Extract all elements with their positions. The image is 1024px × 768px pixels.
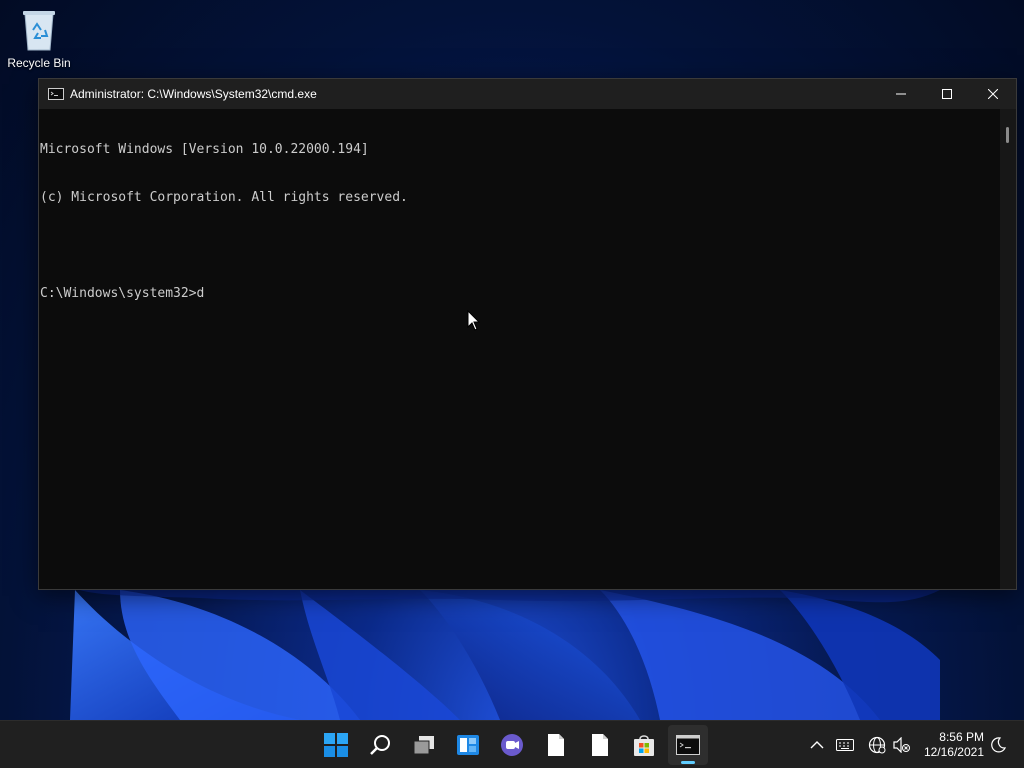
clock-date: 12/16/2021 bbox=[923, 745, 984, 759]
task-view-button[interactable] bbox=[404, 725, 444, 765]
recycle-bin[interactable]: Recycle Bin bbox=[4, 8, 74, 76]
close-button[interactable] bbox=[970, 79, 1016, 109]
maximize-icon bbox=[942, 89, 952, 99]
chevron-up-icon bbox=[810, 741, 824, 749]
maximize-button[interactable] bbox=[924, 79, 970, 109]
taskbar: 8:56 PM 12/16/2021 bbox=[0, 720, 1024, 768]
close-icon bbox=[988, 89, 998, 99]
console-line: (c) Microsoft Corporation. All rights re… bbox=[40, 190, 408, 205]
clock-time: 8:56 PM bbox=[939, 730, 984, 744]
task-view-icon bbox=[413, 736, 434, 755]
network-globe-icon bbox=[868, 736, 886, 754]
document-1-button[interactable] bbox=[536, 725, 576, 765]
night-mode-button[interactable] bbox=[986, 733, 1010, 757]
document-2-button[interactable] bbox=[580, 725, 620, 765]
teams-chat-icon bbox=[501, 734, 523, 756]
widgets-button[interactable] bbox=[448, 725, 488, 765]
widgets-icon bbox=[457, 735, 479, 755]
clock[interactable]: 8:56 PM 12/16/2021 bbox=[920, 730, 984, 760]
microsoft-store-icon bbox=[634, 735, 654, 756]
console-prompt-line: C:\Windows\system32>d bbox=[40, 286, 205, 301]
search-icon bbox=[370, 735, 390, 755]
minimize-icon bbox=[896, 93, 906, 95]
recycle-bin-label: Recycle Bin bbox=[7, 56, 71, 70]
input-indicator[interactable] bbox=[833, 733, 857, 757]
console-line: Microsoft Windows [Version 10.0.22000.19… bbox=[40, 142, 369, 157]
volume-muted-icon bbox=[893, 737, 910, 753]
start-button[interactable] bbox=[316, 725, 356, 765]
keyboard-icon bbox=[836, 739, 854, 751]
volume-status[interactable] bbox=[890, 733, 914, 757]
active-app-indicator bbox=[681, 761, 695, 764]
scrollbar-thumb[interactable] bbox=[1006, 127, 1009, 143]
cmd-window[interactable]: Administrator: C:\Windows\System32\cmd.e… bbox=[38, 78, 1017, 590]
document-icon bbox=[548, 734, 564, 756]
mouse-pointer-icon bbox=[467, 310, 481, 331]
network-status[interactable] bbox=[865, 733, 889, 757]
store-button[interactable] bbox=[624, 725, 664, 765]
minimize-button[interactable] bbox=[878, 79, 924, 109]
night-mode-icon bbox=[991, 737, 1006, 753]
cmd-taskbar-button[interactable] bbox=[668, 725, 708, 765]
document-icon bbox=[592, 734, 608, 756]
windows-logo-icon bbox=[324, 733, 348, 757]
show-hidden-icons-button[interactable] bbox=[805, 733, 829, 757]
vertical-scrollbar[interactable] bbox=[1000, 109, 1016, 589]
console-output[interactable]: Microsoft Windows [Version 10.0.22000.19… bbox=[39, 109, 1001, 589]
search-button[interactable] bbox=[360, 725, 400, 765]
window-titlebar[interactable]: Administrator: C:\Windows\System32\cmd.e… bbox=[39, 79, 1016, 109]
window-title: Administrator: C:\Windows\System32\cmd.e… bbox=[70, 87, 317, 101]
terminal-icon bbox=[676, 735, 700, 755]
chat-button[interactable] bbox=[492, 725, 532, 765]
recycle-bin-icon bbox=[23, 11, 55, 51]
cmd-icon bbox=[48, 88, 64, 100]
